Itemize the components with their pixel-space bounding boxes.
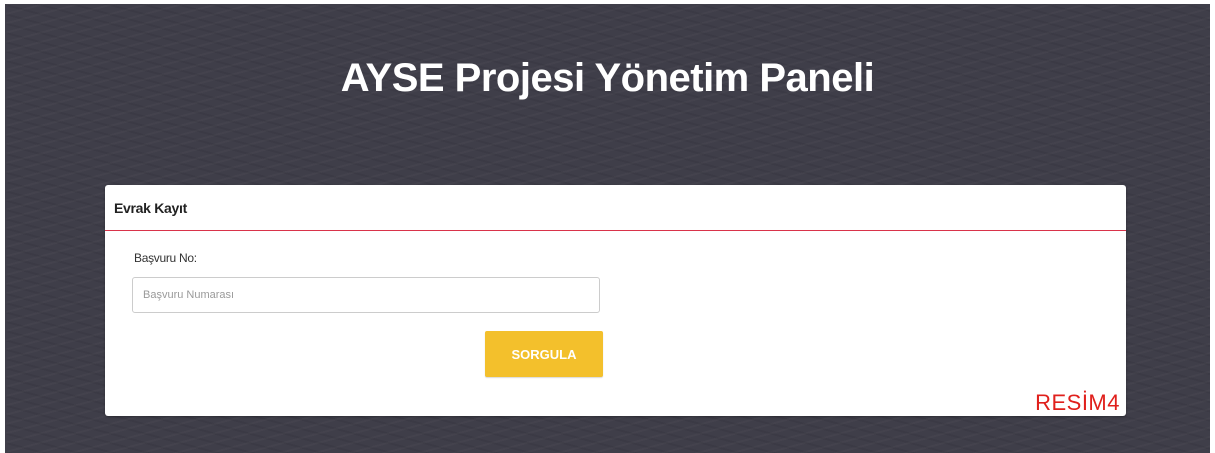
- card-title: Evrak Kayıt: [114, 199, 187, 216]
- application-number-label: Başvuru No:: [134, 251, 197, 265]
- card-header: Evrak Kayıt: [105, 185, 1126, 231]
- page-title: AYSE Projesi Yönetim Paneli: [340, 56, 875, 100]
- dashboard-background: AYSE Projesi Yönetim Paneli Evrak Kayıt …: [5, 4, 1210, 453]
- application-number-input[interactable]: [132, 277, 600, 313]
- query-button[interactable]: SORGULA: [485, 331, 603, 377]
- figure-annotation-label: RESİM4: [1035, 390, 1120, 415]
- document-registration-card: Evrak Kayıt Başvuru No: SORGULA RESİM4: [105, 185, 1126, 416]
